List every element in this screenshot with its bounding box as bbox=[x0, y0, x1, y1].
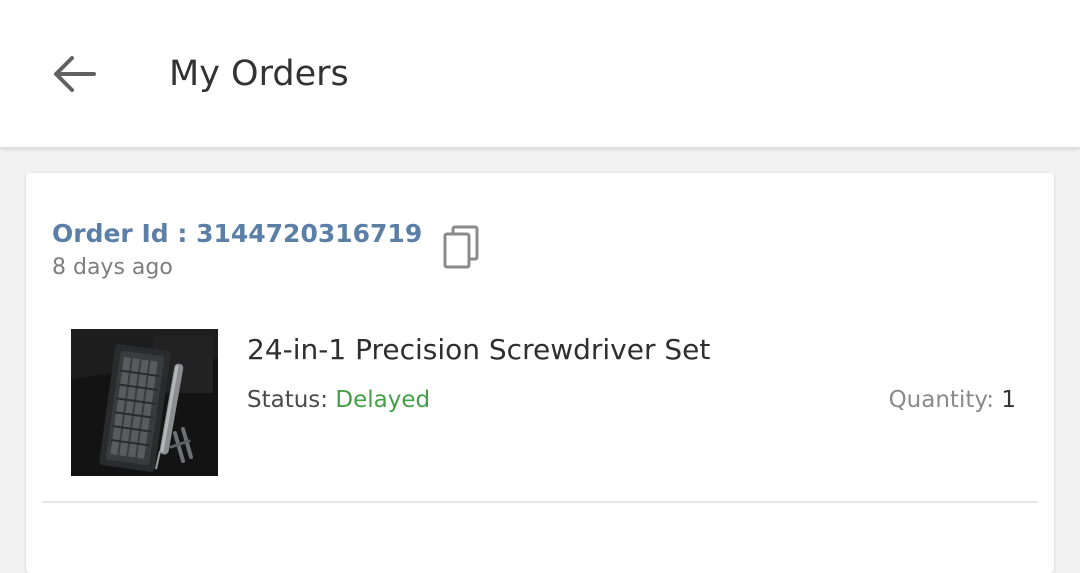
product-image[interactable] bbox=[71, 329, 218, 476]
divider bbox=[42, 501, 1038, 503]
order-age: 8 days ago bbox=[52, 255, 173, 280]
copy-icon bbox=[443, 225, 479, 269]
status-value: Delayed bbox=[335, 387, 431, 413]
quantity-label: Quantity: bbox=[888, 387, 1002, 413]
order-id-value: 3144720316719 bbox=[196, 219, 423, 248]
arrow-left-icon bbox=[54, 56, 96, 92]
copy-order-id-button[interactable] bbox=[436, 219, 488, 275]
quantity-value: 1 bbox=[1001, 387, 1016, 413]
back-button[interactable] bbox=[38, 42, 110, 106]
order-id-label: Order Id : bbox=[52, 219, 197, 248]
order-id: Order Id : 3144720316719 bbox=[52, 217, 422, 251]
order-status: Status: Delayed bbox=[247, 384, 430, 416]
page-title: My Orders bbox=[169, 54, 349, 94]
order-quantity: Quantity: 1 bbox=[889, 384, 1016, 416]
app-bar: My Orders bbox=[0, 0, 1080, 147]
screwdriver-set-image bbox=[71, 329, 218, 476]
product-name[interactable]: 24-in-1 Precision Screwdriver Set bbox=[247, 331, 710, 369]
status-label: Status: bbox=[247, 387, 336, 413]
order-card[interactable]: Order Id : 3144720316719 8 days ago 24-i… bbox=[26, 173, 1054, 573]
